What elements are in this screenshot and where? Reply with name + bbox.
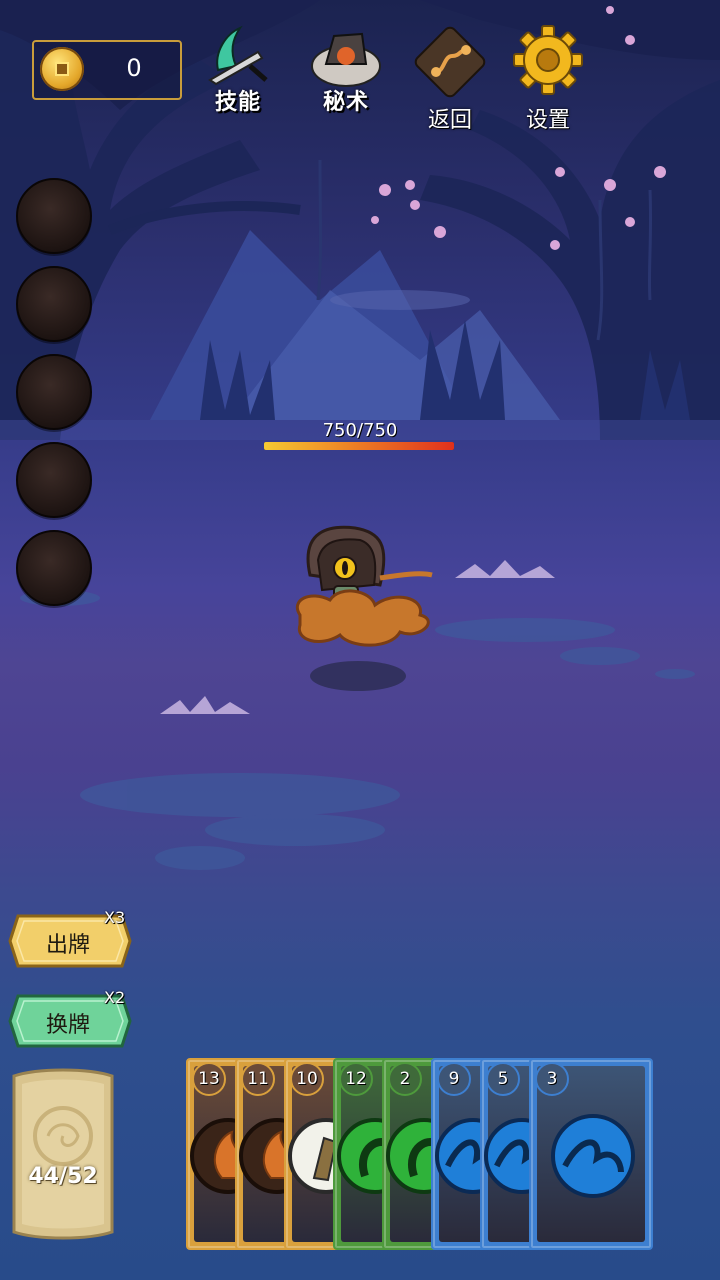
- skills-button[interactable]: 技能: [196, 22, 280, 132]
- enemy-hp-bar: [264, 442, 454, 450]
- play-cards-button[interactable]: 出牌 X3: [8, 908, 132, 968]
- gear-icon: [513, 25, 583, 95]
- card-number: 9: [437, 1062, 471, 1096]
- card-number: 5: [486, 1062, 520, 1096]
- route-back-icon: [414, 26, 486, 98]
- game-scene: 0 技能 秘术 返回 设置 750/750 出牌 X3 换牌 X2 44/52 …: [0, 0, 720, 1280]
- relic-slot[interactable]: [16, 178, 92, 254]
- back-label: 返回: [427, 108, 472, 133]
- back-button[interactable]: 返回: [408, 22, 492, 133]
- skills-label: 技能: [214, 89, 261, 115]
- swap-cards-label: 换牌: [45, 1013, 90, 1038]
- relic-slot[interactable]: [16, 530, 92, 606]
- card-number: 10: [290, 1062, 324, 1096]
- coin-counter: 0: [32, 40, 182, 100]
- card-number: 11: [241, 1062, 275, 1096]
- swap-cards-button[interactable]: 换牌 X2: [8, 988, 132, 1048]
- draw-pile[interactable]: 44/52: [8, 1066, 118, 1242]
- coin-value: 0: [126, 54, 142, 82]
- card-number: 12: [339, 1062, 373, 1096]
- enemy-hp-fill: [264, 442, 454, 450]
- play-cards-label: 出牌: [45, 933, 90, 958]
- coin-icon: [40, 47, 84, 91]
- swap-cards-remaining: X2: [104, 988, 126, 1007]
- play-cards-remaining: X3: [104, 908, 126, 927]
- secret-scroll-icon: [311, 32, 381, 87]
- enemy-hp-text: 750/750: [322, 420, 398, 441]
- settings-button[interactable]: 设置: [506, 22, 590, 133]
- relic-slot[interactable]: [16, 442, 92, 518]
- relic-slot[interactable]: [16, 266, 92, 342]
- deck-count: 44/52: [28, 1164, 98, 1189]
- hand-card[interactable]: 3: [529, 1058, 653, 1250]
- secret-label: 秘术: [322, 89, 369, 115]
- skill-blade-icon: [208, 25, 268, 86]
- settings-label: 设置: [525, 108, 570, 133]
- card-number: 13: [192, 1062, 226, 1096]
- secret-button[interactable]: 秘术: [304, 22, 388, 132]
- enemy-sprite: [296, 525, 433, 647]
- card-number: 3: [535, 1062, 569, 1096]
- relic-slot[interactable]: [16, 354, 92, 430]
- card-number: 2: [388, 1062, 422, 1096]
